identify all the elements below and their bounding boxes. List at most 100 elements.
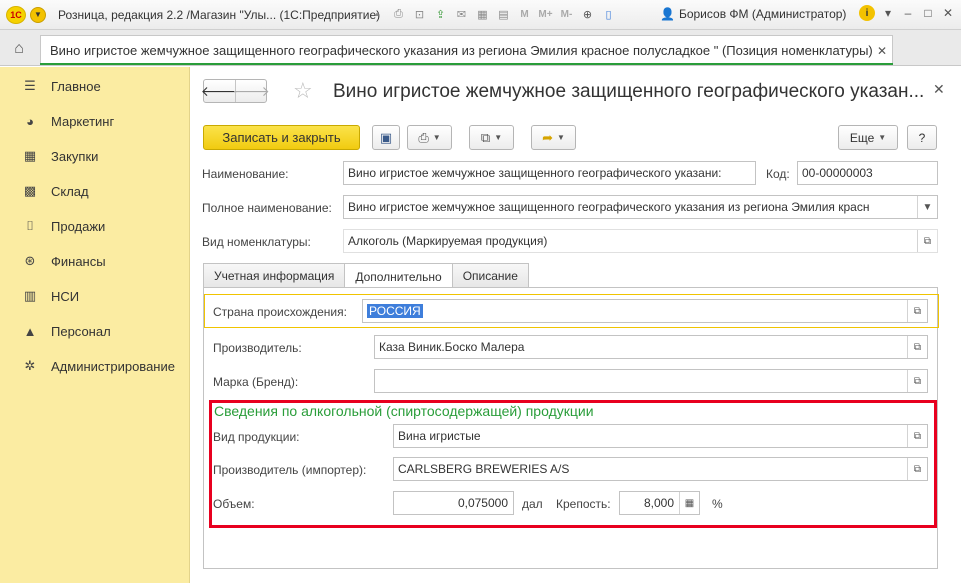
- country-value: РОССИЯ: [367, 304, 423, 318]
- country-label: Страна происхождения:: [213, 305, 347, 319]
- sidebar-item-admin[interactable]: ✲ Администрирование: [0, 354, 190, 378]
- close-icon[interactable]: ✕: [941, 6, 955, 20]
- save-and-close-button[interactable]: Записать и закрыть: [203, 125, 360, 150]
- dropdown-icon[interactable]: ▾: [881, 6, 895, 20]
- calculator-icon[interactable]: ▦: [474, 6, 491, 23]
- pie-chart-icon: ◕: [26, 113, 34, 129]
- full-name-value: Вино игристое жемчужное защищенного геог…: [348, 200, 870, 214]
- additional-tab-panel: Страна происхождения: РОССИЯ ⧉ Производи…: [203, 287, 939, 569]
- product-kind-input[interactable]: Вина игристые ⧉: [393, 424, 928, 448]
- tab-description[interactable]: Описание: [451, 263, 529, 288]
- strength-value: 8,000: [643, 496, 674, 510]
- user-icon: 👤: [660, 7, 675, 21]
- country-input[interactable]: РОССИЯ ⧉: [362, 299, 928, 323]
- print-icon: ⎙: [418, 129, 429, 145]
- strength-input[interactable]: 8,000 ▦: [619, 491, 700, 515]
- create-based-on-button[interactable]: ⧉ ▼: [469, 125, 514, 150]
- sidebar-item-label: Главное: [51, 78, 101, 94]
- main-menu-button[interactable]: ▼: [30, 6, 46, 23]
- favorite-star-icon[interactable]: ☆: [293, 79, 313, 103]
- producer-value: Каза Виник.Боско Малера: [379, 340, 525, 354]
- person-icon: ▲: [23, 323, 37, 339]
- preview-icon[interactable]: ⊡: [411, 6, 428, 23]
- sidebar-item-finance[interactable]: ⊛ Финансы: [0, 249, 190, 273]
- zoom-icon[interactable]: ⊕: [579, 6, 596, 23]
- full-name-input[interactable]: Вино игристое жемчужное защищенного геог…: [343, 195, 938, 219]
- maximize-icon[interactable]: □: [921, 6, 935, 20]
- open-icon[interactable]: ⧉: [907, 336, 927, 358]
- form-title: Вино игристое жемчужное защищенного геог…: [333, 81, 923, 102]
- upload-icon[interactable]: ⇪: [432, 6, 449, 23]
- catalog-icon: ▥: [23, 288, 37, 303]
- code-label: Код:: [766, 167, 790, 181]
- importer-input[interactable]: CARLSBERG BREWERIES A/S ⧉: [393, 457, 928, 481]
- title-bar: 1С ▼ Розница, редакция 2.2 /Магазин "Улы…: [0, 0, 961, 30]
- more-button-label: Еще: [849, 130, 875, 145]
- calendar-icon[interactable]: ▤: [495, 6, 512, 23]
- open-icon[interactable]: ⧉: [907, 425, 927, 447]
- m-icon[interactable]: M: [516, 6, 533, 23]
- coin-icon: ⊛: [24, 253, 36, 268]
- sidebar-item-label: Маркетинг: [51, 113, 115, 129]
- home-icon[interactable]: ⌂: [9, 39, 29, 59]
- user-area[interactable]: 👤 Борисов ФМ (Администратор): [660, 7, 846, 21]
- sidebar-item-warehouse[interactable]: ▩ Склад: [0, 179, 190, 203]
- chevron-down-icon: ▼: [432, 133, 441, 142]
- m-minus-icon[interactable]: M-: [558, 6, 575, 23]
- m-plus-icon[interactable]: M+: [537, 6, 554, 23]
- sidebar-item-label: Закупки: [51, 148, 99, 164]
- importer-label: Производитель (импортер):: [213, 463, 367, 477]
- name-input[interactable]: Вино игристое жемчужное защищенного геог…: [343, 161, 756, 185]
- sidebar-item-nsi[interactable]: ▥ НСИ: [0, 284, 190, 308]
- form-tabs: Учетная информация Дополнительно Описани…: [203, 263, 529, 289]
- panel-icon[interactable]: ▯: [600, 6, 617, 23]
- sidebar-item-staff[interactable]: ▲ Персонал: [0, 319, 190, 343]
- folder-arrow-icon: ➦: [542, 129, 553, 145]
- forward-arrow-icon[interactable]: 🡒: [232, 80, 270, 102]
- volume-input[interactable]: 0,075000: [393, 491, 514, 515]
- close-tab-icon[interactable]: ✕: [877, 44, 887, 58]
- attach-button[interactable]: ➦ ▼: [531, 125, 576, 150]
- tab-accounting[interactable]: Учетная информация: [203, 263, 346, 288]
- open-icon[interactable]: ⧉: [917, 230, 937, 252]
- back-arrow-icon[interactable]: 🡐: [201, 80, 239, 102]
- info-icon[interactable]: i: [859, 5, 875, 21]
- help-button[interactable]: ?: [907, 125, 937, 150]
- navigation-buttons: 🡐 🡒: [201, 79, 270, 103]
- user-name: Борисов ФМ (Администратор): [678, 7, 847, 21]
- volume-value: 0,075000: [457, 496, 508, 510]
- brand-input[interactable]: ⧉: [374, 369, 928, 393]
- document-tab[interactable]: Вино игристое жемчужное защищенного геог…: [40, 35, 893, 65]
- window-controls: i ▾ – □ ✕: [859, 5, 955, 21]
- sidebar-item-label: НСИ: [51, 288, 80, 304]
- dropdown-icon[interactable]: ▼: [917, 196, 937, 218]
- print-icon[interactable]: ⎙: [390, 6, 407, 23]
- sidebar-item-main[interactable]: ☰ Главное: [0, 74, 190, 98]
- print-button[interactable]: ⎙ ▼: [407, 125, 452, 150]
- minimize-icon[interactable]: –: [901, 6, 915, 20]
- open-icon[interactable]: ⧉: [907, 370, 927, 392]
- open-icon[interactable]: ⧉: [907, 300, 927, 322]
- calculator-icon[interactable]: ▦: [679, 492, 699, 514]
- open-icon[interactable]: ⧉: [907, 458, 927, 480]
- code-input[interactable]: 00-00000003: [797, 161, 938, 185]
- app-logo: 1С: [6, 5, 26, 24]
- tab-additional[interactable]: Дополнительно: [344, 263, 453, 289]
- strength-label: Крепость:: [556, 497, 611, 511]
- app-title: Розница, редакция 2.2 /Магазин "Улы... (…: [58, 7, 381, 22]
- more-button[interactable]: Еще ▼: [838, 125, 898, 150]
- save-icon[interactable]: ▪: [369, 6, 386, 23]
- sidebar-item-purchases[interactable]: ▦ Закупки: [0, 144, 190, 168]
- strength-unit: %: [712, 497, 723, 511]
- save-button[interactable]: ▣: [372, 125, 400, 150]
- item-kind-input[interactable]: Алкоголь (Маркируемая продукция) ⧉: [343, 229, 938, 253]
- code-value: 00-00000003: [802, 166, 873, 180]
- sidebar-item-sales[interactable]: ⌷ Продажи: [0, 214, 190, 238]
- form-close-icon[interactable]: ✕: [933, 81, 945, 98]
- mail-icon[interactable]: ✉: [453, 6, 470, 23]
- producer-input[interactable]: Каза Виник.Боско Малера ⧉: [374, 335, 928, 359]
- chevron-down-icon: ▼: [494, 133, 503, 142]
- item-kind-label: Вид номенклатуры:: [202, 235, 311, 249]
- sidebar-item-marketing[interactable]: ◕ Маркетинг: [0, 109, 190, 133]
- chevron-down-icon: ▼: [878, 133, 887, 142]
